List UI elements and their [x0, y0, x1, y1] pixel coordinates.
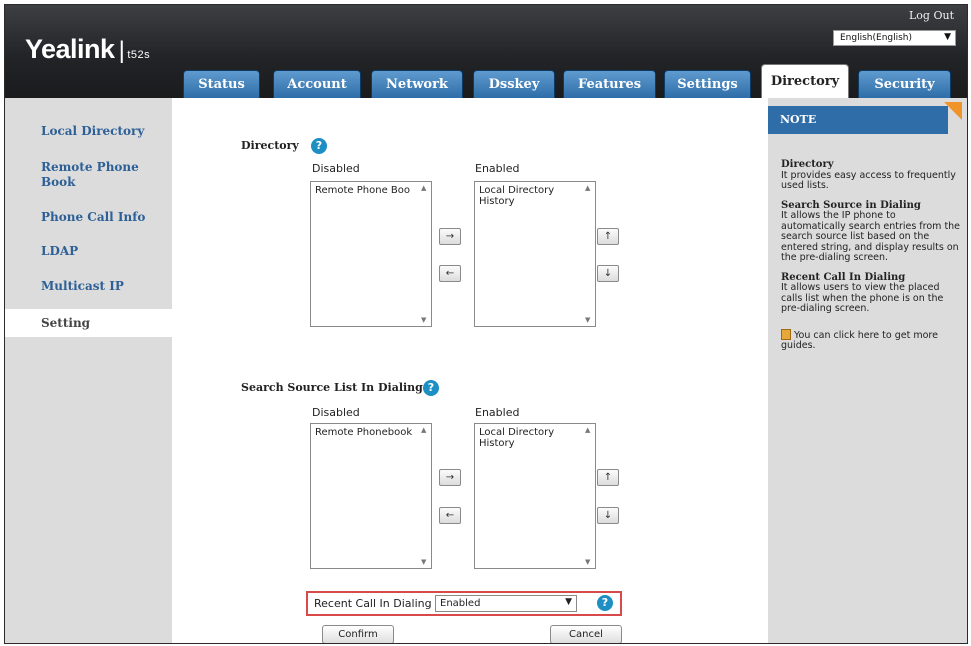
scrollbar[interactable]: ▲ ▼: [420, 425, 430, 567]
scrollbar[interactable]: ▲ ▼: [420, 183, 430, 325]
note-section-text: It allows users to view the placed calls…: [781, 282, 944, 314]
language-select[interactable]: English(English) ▼: [833, 30, 956, 46]
cancel-button[interactable]: Cancel: [550, 625, 622, 643]
directory-title: Directory: [241, 139, 299, 152]
note-section-title: Recent Call In Dialing: [781, 271, 906, 283]
yealink-logo: Yealink | t52s: [25, 34, 150, 65]
scroll-down-icon: ▼: [585, 558, 591, 566]
book-icon: [781, 328, 791, 340]
scroll-down-icon: ▼: [585, 316, 591, 324]
logout-link[interactable]: Log Out: [909, 9, 954, 22]
language-value: English(English): [840, 33, 913, 43]
list-item[interactable]: Local Directory: [475, 182, 595, 196]
search-move-right-button[interactable]: →: [439, 469, 461, 486]
note-section-title: Directory: [781, 159, 834, 170]
note-section: Search Source in Dialing It allows the IP…: [781, 199, 961, 264]
directory-move-down-button[interactable]: ↓: [597, 265, 619, 282]
chevron-down-icon: ▼: [565, 597, 572, 607]
search-move-down-button[interactable]: ↓: [597, 507, 619, 524]
list-item[interactable]: History: [475, 438, 595, 449]
list-item[interactable]: Local Directory: [475, 424, 595, 438]
search-move-up-button[interactable]: ↑: [597, 469, 619, 486]
note-section: Directory It provides easy access to freq…: [781, 159, 961, 192]
tab-dsskey[interactable]: Dsskey: [473, 70, 555, 98]
note-section-text: It allows the IP phone to automatically …: [781, 210, 961, 263]
help-icon[interactable]: ?: [311, 138, 327, 154]
note-section: Recent Call In Dialing It allows users to…: [781, 271, 961, 315]
note-section-text: It provides easy access to frequently us…: [781, 169, 956, 191]
sidebar-item-ldap[interactable]: LDAP: [41, 244, 78, 259]
tab-settings[interactable]: Settings: [664, 70, 751, 98]
tab-features[interactable]: Features: [563, 70, 656, 98]
brand-name: Yealink: [25, 34, 115, 64]
sidebar-item-setting[interactable]: Setting: [5, 309, 172, 337]
header-bar: Yealink | t52s Log Out English(English) ▼ …: [5, 5, 967, 98]
tab-security[interactable]: Security: [858, 70, 951, 98]
directory-enabled-list[interactable]: Local Directory History ▲ ▼: [474, 181, 596, 327]
recent-call-select[interactable]: Enabled ▼: [435, 595, 577, 612]
main-content: Directory ? Disabled Enabled Remote Phon…: [172, 98, 758, 643]
tab-directory[interactable]: Directory: [761, 64, 849, 98]
scroll-up-icon: ▲: [585, 426, 591, 434]
chevron-down-icon: ▼: [944, 32, 951, 42]
guide-link[interactable]: You can click here to get more guides.: [781, 328, 961, 352]
confirm-button[interactable]: Confirm: [322, 625, 394, 643]
search-disabled-label: Disabled: [312, 406, 360, 419]
search-disabled-list[interactable]: Remote Phonebook ▲ ▼: [310, 423, 432, 569]
scroll-down-icon: ▼: [421, 316, 427, 324]
search-source-title: Search Source List In Dialing: [241, 381, 423, 394]
sidebar-item-phone-call-info[interactable]: Phone Call Info: [41, 210, 145, 225]
tab-status[interactable]: Status: [183, 70, 260, 98]
recent-call-label: Recent Call In Dialing: [314, 597, 432, 610]
tab-account[interactable]: Account: [273, 70, 361, 98]
note-corner-decoration: [944, 102, 962, 120]
tab-network[interactable]: Network: [371, 70, 463, 98]
list-item[interactable]: Remote Phone Boo: [311, 182, 431, 196]
scroll-down-icon: ▼: [421, 558, 427, 566]
scroll-up-icon: ▲: [421, 184, 427, 192]
scroll-up-icon: ▲: [585, 184, 591, 192]
search-enabled-label: Enabled: [475, 406, 520, 419]
directory-move-left-button[interactable]: ←: [439, 265, 461, 282]
model-name: t52s: [127, 49, 151, 61]
directory-disabled-label: Disabled: [312, 162, 360, 175]
note-panel: NOTE Directory It provides easy access to…: [768, 98, 967, 643]
list-item[interactable]: Remote Phonebook: [311, 424, 431, 438]
recent-call-value: Enabled: [440, 598, 481, 609]
sidebar-item-multicast-ip[interactable]: Multicast IP: [41, 279, 124, 294]
sidebar: Local Directory Remote Phone Book Phone …: [5, 98, 172, 643]
note-body: Directory It provides easy access to freq…: [781, 159, 961, 361]
sidebar-item-local-directory[interactable]: Local Directory: [41, 124, 144, 139]
scroll-up-icon: ▲: [421, 426, 427, 434]
note-title: NOTE: [768, 106, 948, 134]
search-move-left-button[interactable]: ←: [439, 507, 461, 524]
list-item[interactable]: History: [475, 196, 595, 207]
recent-call-highlight: Recent Call In Dialing Enabled ▼ ?: [306, 591, 622, 616]
note-section-title: Search Source in Dialing: [781, 199, 921, 211]
scrollbar[interactable]: ▲ ▼: [584, 183, 594, 325]
browser-frame: Yealink | t52s Log Out English(English) ▼ …: [4, 4, 968, 644]
directory-enabled-label: Enabled: [475, 162, 520, 175]
help-icon[interactable]: ?: [597, 595, 613, 611]
sidebar-item-remote-phone-book[interactable]: Remote Phone Book: [41, 160, 151, 190]
scrollbar[interactable]: ▲ ▼: [584, 425, 594, 567]
main-tabs: Status Account Network Dsskey Features S…: [5, 64, 967, 98]
brand-separator: |: [118, 37, 125, 64]
search-enabled-list[interactable]: Local Directory History ▲ ▼: [474, 423, 596, 569]
directory-move-up-button[interactable]: ↑: [597, 228, 619, 245]
directory-disabled-list[interactable]: Remote Phone Boo ▲ ▼: [310, 181, 432, 327]
guide-text[interactable]: You can click here to get more guides.: [781, 330, 938, 352]
directory-move-right-button[interactable]: →: [439, 228, 461, 245]
help-icon[interactable]: ?: [423, 380, 439, 396]
